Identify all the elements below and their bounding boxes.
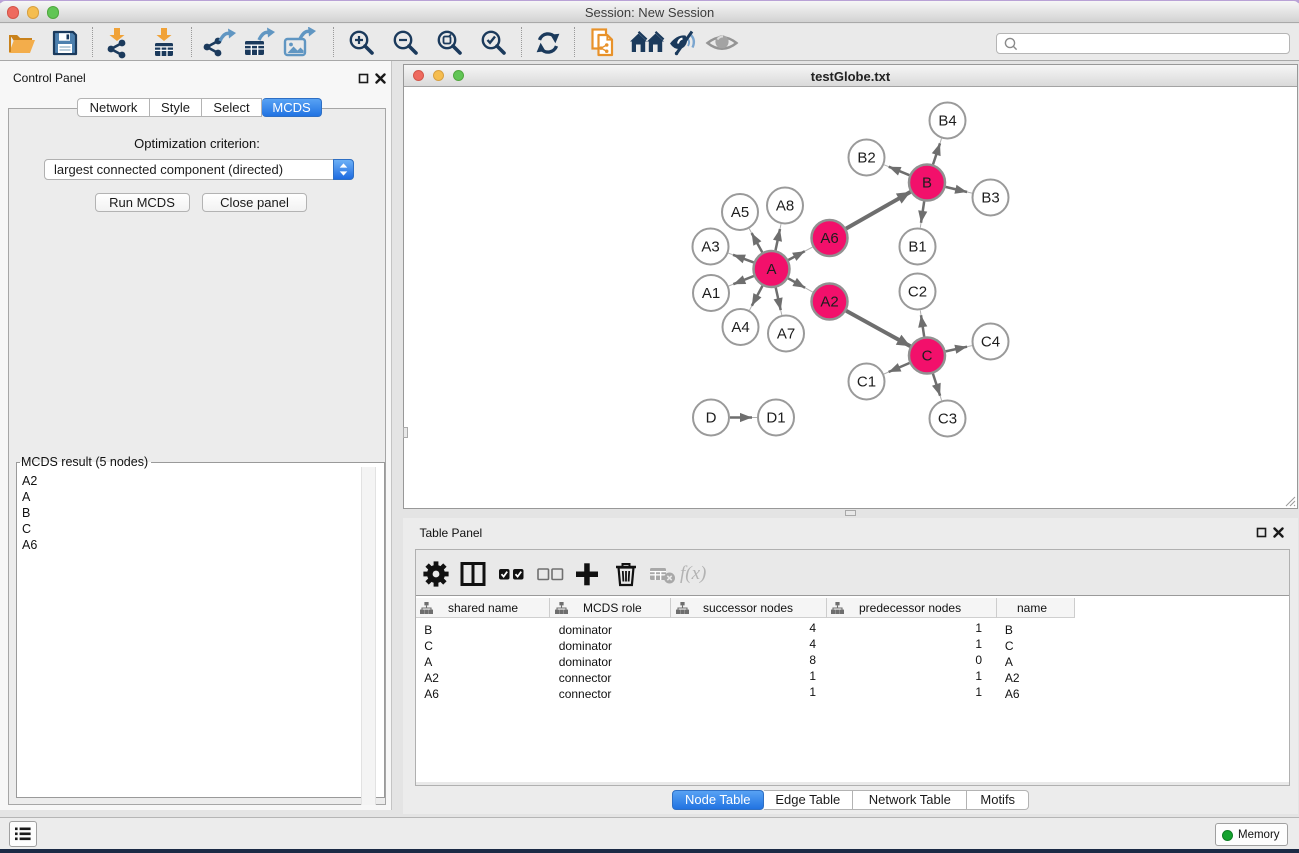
svg-text:C1: C1 [857,374,876,391]
svg-text:C3: C3 [938,411,957,428]
svg-text:A5: A5 [731,204,749,221]
svg-text:A: A [766,261,776,278]
svg-text:B: B [922,175,932,192]
svg-text:C4: C4 [981,334,1000,351]
svg-text:C2: C2 [908,284,927,301]
svg-text:A6: A6 [820,230,838,247]
svg-text:A2: A2 [820,294,838,311]
svg-text:B2: B2 [857,150,875,167]
svg-text:A1: A1 [702,285,720,302]
svg-text:B4: B4 [938,113,956,130]
svg-text:B1: B1 [908,239,926,256]
svg-text:B3: B3 [981,190,999,207]
svg-text:D1: D1 [766,410,785,427]
svg-text:D: D [706,410,717,427]
svg-text:A3: A3 [701,239,719,256]
svg-text:A7: A7 [777,326,795,343]
svg-text:A8: A8 [776,198,794,215]
svg-text:A4: A4 [731,319,749,336]
svg-text:C: C [922,348,933,365]
